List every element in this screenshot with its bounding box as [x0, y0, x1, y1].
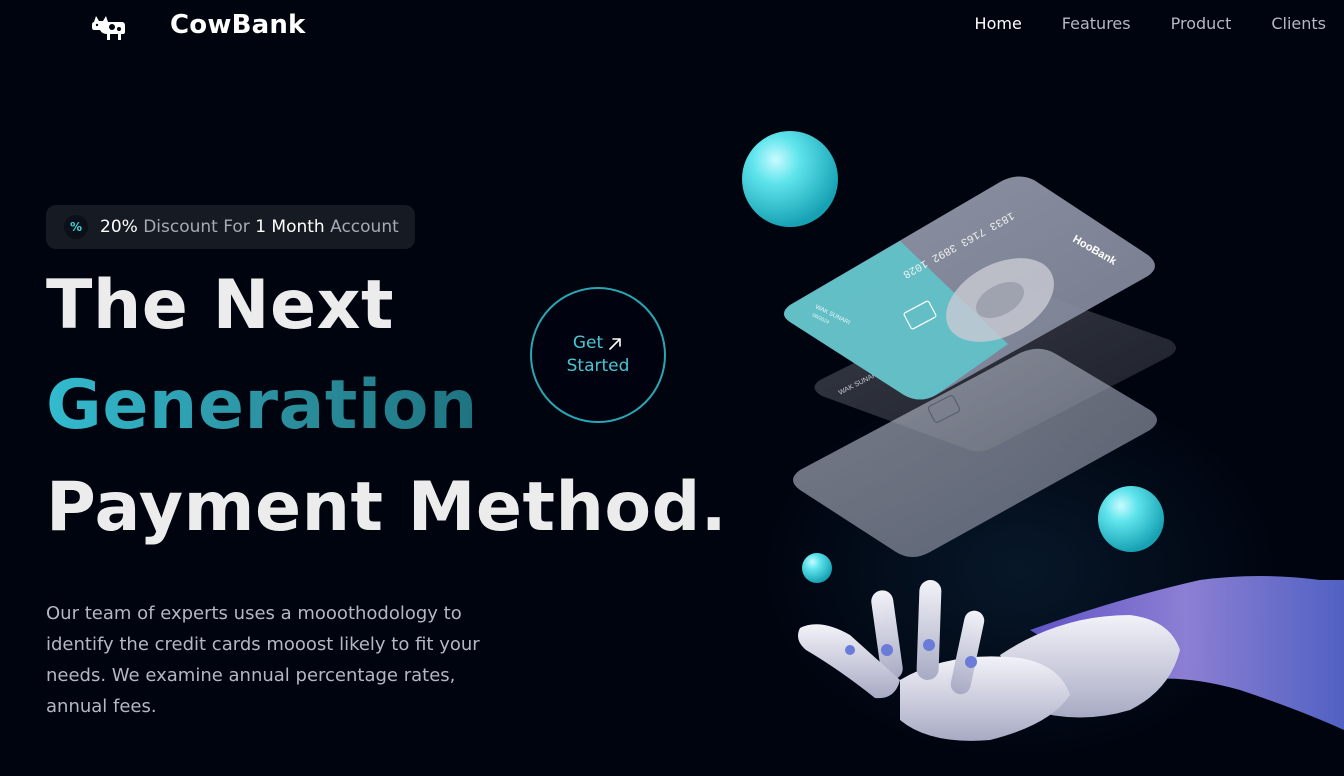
nav-features[interactable]: Features: [1062, 14, 1131, 33]
main-nav: Home Features Product Clients: [975, 14, 1326, 33]
discount-months: 1 Month: [255, 217, 325, 237]
brand-name[interactable]: CowBank: [170, 10, 306, 40]
discount-badge: % 20% Discount For 1 Month Account: [46, 205, 415, 249]
robot-hand: [798, 576, 1344, 741]
robot-joint-2: [923, 639, 935, 651]
hero-title-line-1: The Next: [46, 266, 394, 345]
hero-illustration: WAK SUNARI 1833 7163 3892 1028 HooBank W…: [742, 131, 1344, 741]
get-started-button[interactable]: Get Started: [530, 287, 666, 423]
arrow-up-right-icon: [609, 337, 621, 350]
robot-joint-4: [845, 645, 855, 655]
discount-text-b: Account: [324, 217, 399, 237]
nav-clients[interactable]: Clients: [1271, 14, 1326, 33]
discount-icon: %: [64, 215, 88, 239]
nav-product[interactable]: Product: [1171, 14, 1232, 33]
discount-percent: 20%: [100, 217, 138, 237]
robot-joint-1: [881, 644, 893, 656]
hero-description: Our team of experts uses a mooothodology…: [46, 603, 480, 717]
discount-text-a: Discount For: [137, 217, 256, 237]
discount-text: 20% Discount For 1 Month Account: [100, 217, 399, 237]
hero-title-line-3: Payment Method.: [46, 468, 728, 547]
orb-medium: [1098, 486, 1164, 552]
orb-large: [742, 131, 838, 227]
cta-label-line-2: Started: [566, 356, 630, 376]
cta-label-line-1: Get: [572, 333, 604, 353]
cta-row: Get: [573, 332, 623, 355]
cow-logo-icon[interactable]: [88, 8, 128, 44]
robot-joint-3: [965, 656, 977, 668]
robot-finger-2: [916, 580, 942, 680]
nav-home[interactable]: Home: [975, 14, 1022, 33]
orb-small: [802, 553, 832, 583]
hero-title-line-2: Generation: [46, 366, 478, 445]
